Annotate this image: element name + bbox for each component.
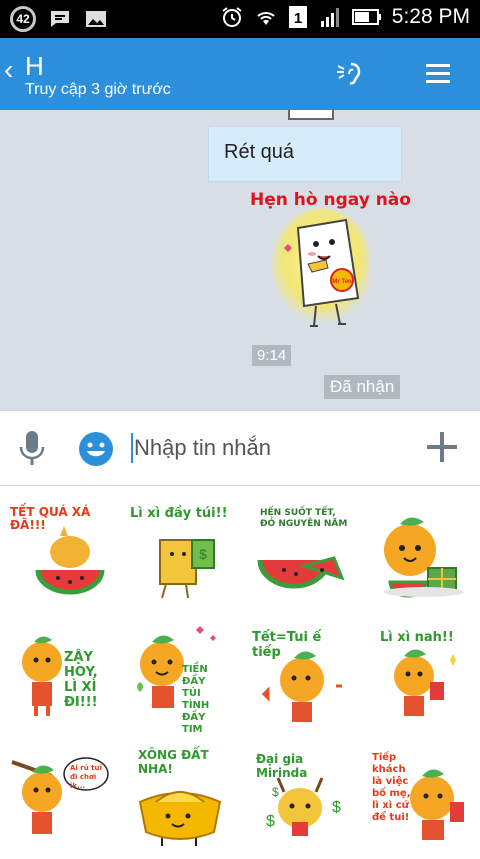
previous-sticker-fragment [288,110,334,120]
back-chevron-icon[interactable]: ‹ [4,54,13,86]
sticker-panel: TẾT QUÁ XÁ ĐÃ!!! $ Lì xì đầy túi!! HẾN S… [0,486,480,854]
delivery-status: Đã nhận [324,375,401,399]
sticker-5[interactable]: ZẬY HOY, LÌ XÌ ĐI!!! [8,620,112,732]
text-cursor [131,433,133,463]
sticker-4[interactable] [370,500,474,612]
message-text: Rét quá [224,141,295,163]
svg-text:Mr Teo: Mr Teo [332,279,352,285]
svg-text:$: $ [266,813,275,830]
chat-header: ‹ H Truy cập 3 giờ trước [0,38,480,110]
svg-text:$: $ [199,546,207,562]
mr-teo-sticker[interactable]: Mr Teo [270,206,370,336]
sticker-11[interactable]: $ $ $ Đại gia Mirinda [250,742,354,854]
sticker-10[interactable]: XÔNG ĐẤT NHA! [126,742,230,854]
message-bubble[interactable]: Rét quá [208,126,402,182]
wifi-icon [257,12,275,25]
sticker-6[interactable]: TIỀN ĐẦY TÚI TÌNH ĐẦY TIM [126,620,230,735]
alarm-icon [222,7,242,27]
plus-icon[interactable] [426,431,458,463]
message-timestamp: 9:14 [252,345,292,366]
clock: 5:28 PM [391,5,470,28]
menu-icon[interactable] [424,60,452,88]
message-input[interactable]: Nhập tin nhắn [134,435,271,461]
last-seen-status: Truy cập 3 giờ trước [25,81,171,98]
emoji-icon[interactable] [78,431,114,467]
ear-mode-icon[interactable] [336,58,366,88]
sticker-2[interactable]: $ Lì xì đầy túi!! [126,500,230,612]
sim-slot-icon: 1 [288,6,307,28]
contact-name[interactable]: H [25,51,44,82]
chat-thread[interactable]: Rét quá Hẹn hò ngay nào Mr Teo 9:14 Đã n… [0,110,480,410]
svg-text:$: $ [332,799,341,816]
status-bar: 42 1 5:28 PM [0,0,480,38]
svg-text:$: $ [272,785,279,799]
sticker-8[interactable]: Lì xì nah!! [370,620,474,732]
svg-text:1: 1 [294,10,302,27]
sticker-7[interactable]: Tết=Tui ế tiếp [250,620,354,732]
signal-icon [320,8,339,27]
sticker-1[interactable]: TẾT QUÁ XÁ ĐÃ!!! [8,500,112,612]
image-notification-icon [86,11,106,27]
sticker-12[interactable]: Tiếp khách là việc bố mẹ, lì xì cứ để tu… [370,742,474,854]
sticker-3[interactable]: HẾN SUỐT TẾT, ĐỎ NGUYÊN NĂM [250,500,354,612]
message-composer: Nhập tin nhắn [0,410,480,486]
microphone-icon[interactable] [17,429,47,467]
battery-icon [351,9,381,25]
notification-count-badge: 42 [10,6,36,32]
chat-notification-icon [51,11,69,27]
sticker-9[interactable]: Ai rủ tui đi chơi ik... [8,742,112,854]
